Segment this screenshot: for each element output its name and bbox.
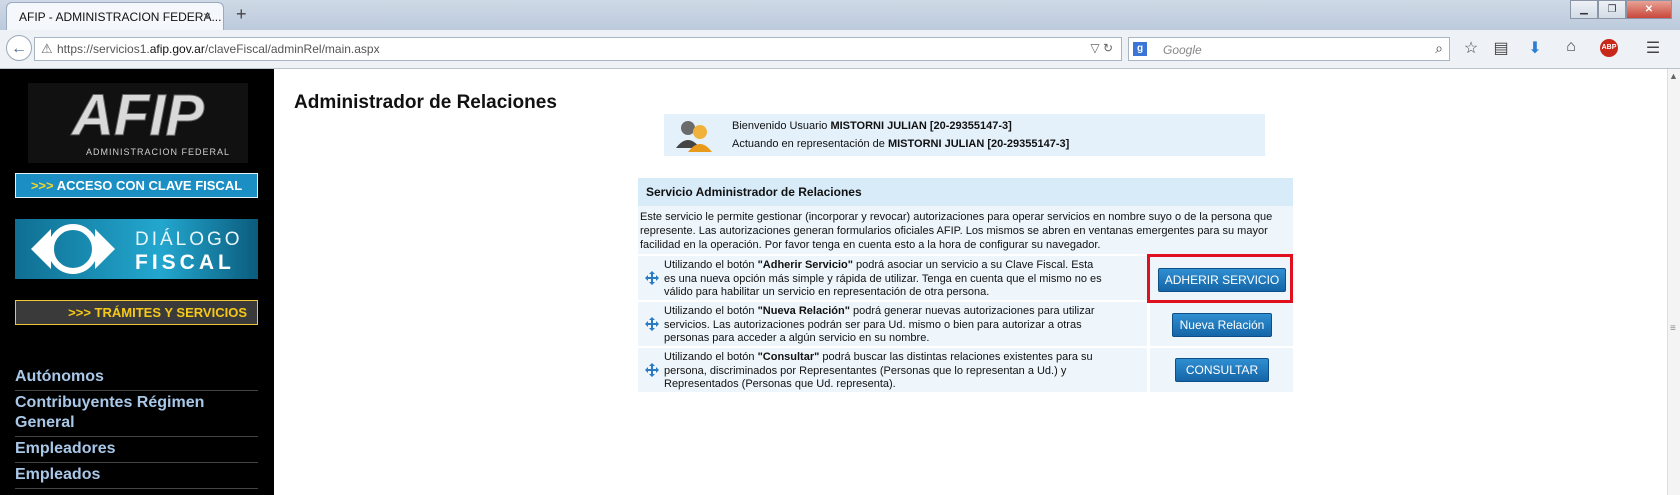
tab-title: AFIP - ADMINISTRACION FEDERA...: [19, 10, 222, 24]
scroll-up-icon[interactable]: ▲: [1669, 71, 1678, 81]
url-bar[interactable]: ⚠ https://servicios1.afip.gov.ar/claveFi…: [34, 37, 1122, 61]
acceso-clave-fiscal-button[interactable]: >>> ACCESO CON CLAVE FISCAL: [15, 173, 258, 198]
search-icon[interactable]: ⌕: [1435, 40, 1443, 57]
welcome-text: Bienvenido Usuario MISTORNI JULIAN [20-2…: [732, 120, 1012, 132]
service-header: Servicio Administrador de Relaciones: [638, 178, 1293, 206]
highlight-box: [1147, 254, 1293, 303]
service-description: Este servicio le permite gestionar (inco…: [638, 206, 1293, 254]
window-controls: ▁ ❐ ✕: [1570, 0, 1672, 19]
dialogo-fiscal-banner[interactable]: DIÁLOGO FISCAL: [15, 219, 258, 279]
menu-icon[interactable]: ☰: [1642, 38, 1664, 58]
logo-text: AFIP: [70, 83, 204, 148]
search-box[interactable]: g Google ⌕: [1128, 37, 1450, 61]
consultar-button[interactable]: CONSULTAR: [1175, 358, 1269, 382]
back-button[interactable]: ←: [6, 35, 32, 61]
dialogo-line2: FISCAL: [135, 251, 235, 274]
page-title: Administrador de Relaciones: [294, 92, 557, 113]
row-text: Utilizando el botón "Nueva Relación" pod…: [664, 305, 1095, 344]
row-text: Utilizando el botón "Adherir Servicio" p…: [664, 259, 1102, 298]
tramites-servicios-button[interactable]: >>> TRÁMITES Y SERVICIOS: [15, 300, 258, 325]
bullet-arrows-icon: [645, 271, 659, 285]
sidebar: AFIP ADMINISTRACION FEDERAL >>> ACCESO C…: [0, 69, 274, 495]
user-info-box: Bienvenido Usuario MISTORNI JULIAN [20-2…: [664, 114, 1265, 156]
sidebar-item-contribuyentes[interactable]: Contribuyentes Régimen General: [15, 391, 258, 437]
bullet-arrows-icon: [645, 317, 659, 331]
browser-nav-bar: ← ⚠ https://servicios1.afip.gov.ar/clave…: [0, 30, 1680, 69]
list-item: Utilizando el botón "Nueva Relación" pod…: [638, 302, 1293, 346]
browser-tab[interactable]: AFIP - ADMINISTRACION FEDERA... ×: [6, 2, 224, 30]
google-icon[interactable]: g: [1133, 42, 1147, 56]
afip-logo[interactable]: AFIP ADMINISTRACION FEDERAL: [28, 83, 248, 163]
nueva-relacion-button[interactable]: Nueva Relación: [1172, 313, 1272, 337]
logo-subtext: ADMINISTRACION FEDERAL: [86, 147, 230, 157]
url-text: https://servicios1.afip.gov.ar/claveFisc…: [57, 42, 380, 56]
users-icon: [676, 121, 712, 152]
bookmarks-list-icon[interactable]: ▤: [1490, 38, 1512, 58]
search-placeholder: Google: [1163, 43, 1202, 57]
sidebar-item-empleados[interactable]: Empleados: [15, 463, 258, 489]
close-tab-icon[interactable]: ×: [203, 8, 211, 24]
bookmark-star-icon[interactable]: ☆: [1460, 38, 1482, 58]
home-icon[interactable]: ⌂: [1560, 38, 1582, 56]
maximize-button[interactable]: ❐: [1598, 0, 1626, 19]
sidebar-item-autonomos[interactable]: Autónomos: [15, 365, 258, 391]
adblock-icon[interactable]: ABP: [1600, 39, 1618, 57]
browser-tab-bar: AFIP - ADMINISTRACION FEDERA... × + ▁ ❐ …: [0, 0, 1680, 30]
bullet-arrows-icon: [645, 363, 659, 377]
new-tab-button[interactable]: +: [236, 4, 247, 25]
dialogo-line1: DIÁLOGO: [135, 229, 243, 250]
scroll-grip-icon[interactable]: ≡: [1670, 323, 1676, 334]
sidebar-item-empleadores[interactable]: Empleadores: [15, 437, 258, 463]
arrow-left-icon: ←: [11, 40, 27, 57]
acting-text: Actuando en representación de MISTORNI J…: [732, 138, 1070, 150]
scrollbar[interactable]: ▲ ≡: [1667, 69, 1680, 495]
reload-icon[interactable]: ▽ ↻: [1090, 41, 1113, 55]
sidebar-menu: Autónomos Contribuyentes Régimen General…: [15, 365, 258, 489]
minimize-button[interactable]: ▁: [1570, 0, 1598, 19]
list-item: Utilizando el botón "Consultar" podrá bu…: [638, 348, 1293, 392]
sync-arrows-icon: [31, 224, 115, 274]
warning-icon[interactable]: ⚠: [41, 41, 53, 57]
close-window-button[interactable]: ✕: [1626, 0, 1672, 19]
row-text: Utilizando el botón "Consultar" podrá bu…: [664, 351, 1093, 390]
download-icon[interactable]: ⬇: [1524, 38, 1546, 58]
